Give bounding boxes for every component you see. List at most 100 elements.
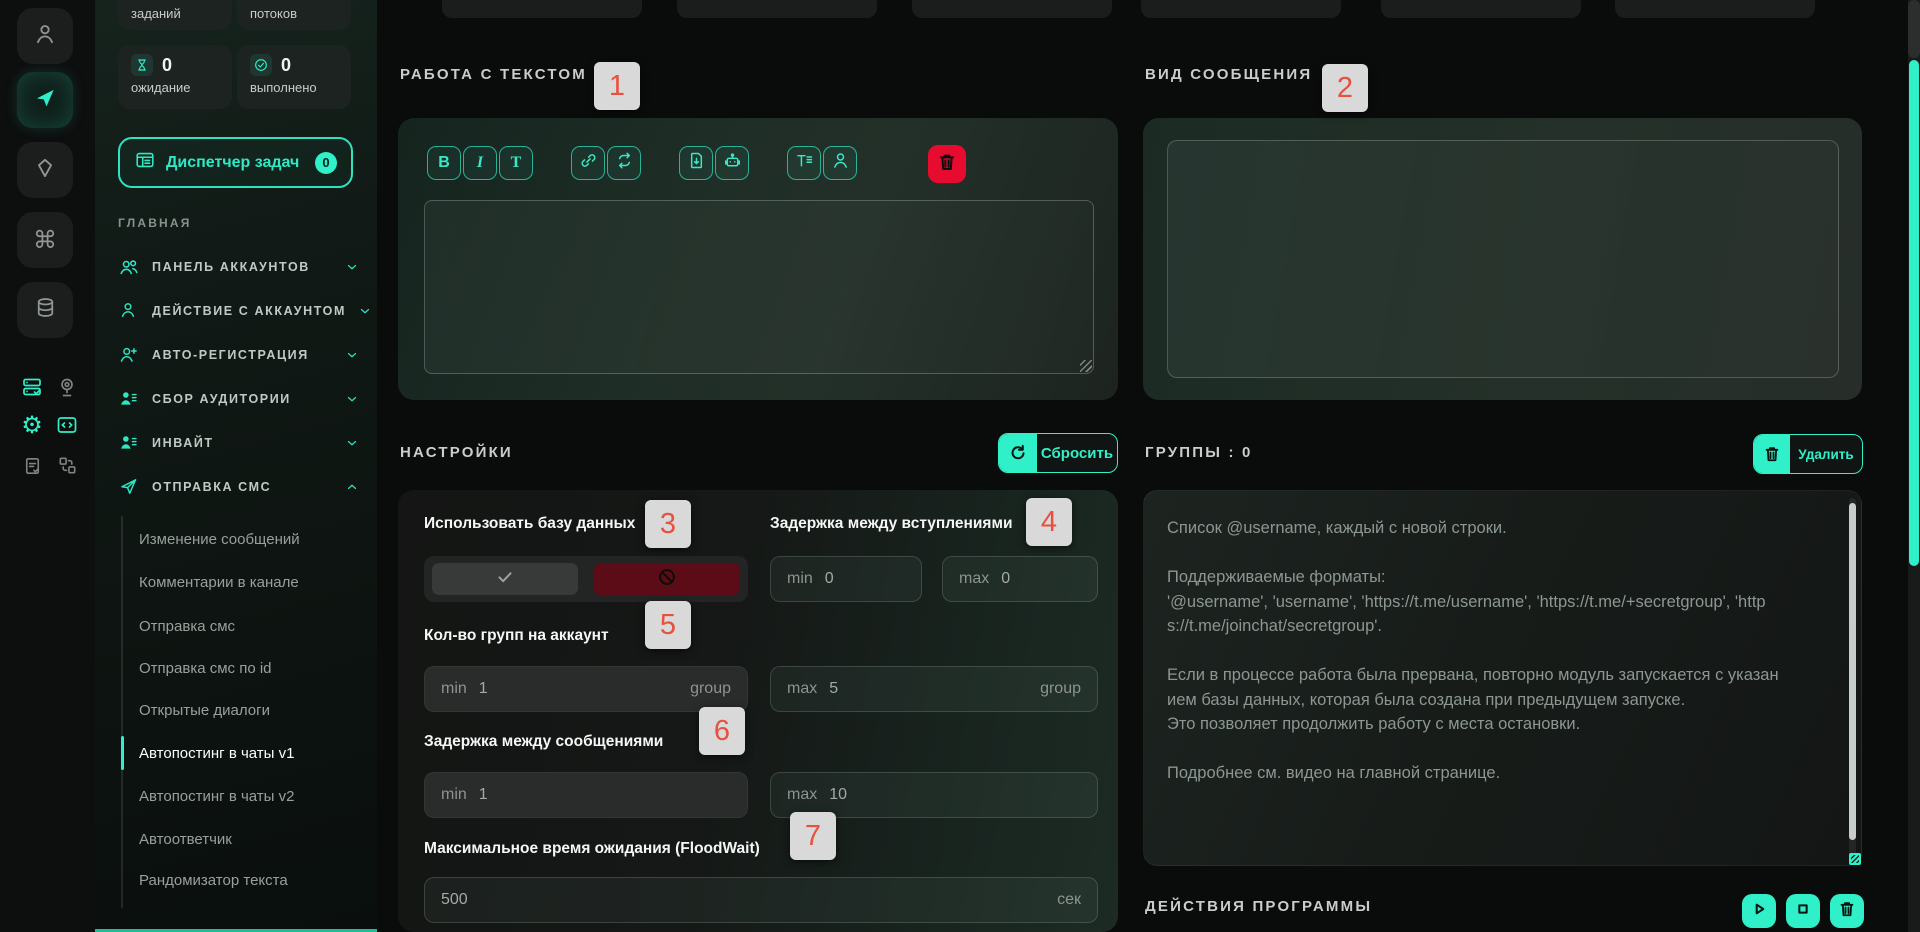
text-format-button[interactable] xyxy=(787,146,821,180)
delete-groups-button[interactable]: Удалить xyxy=(1753,434,1863,474)
bold-label: B xyxy=(438,154,450,172)
reset-button[interactable]: Сбросить xyxy=(998,433,1118,473)
bot-button[interactable] xyxy=(715,146,749,180)
link-button[interactable] xyxy=(571,146,605,180)
sidebar-item-invite[interactable]: ИНВАЙТ xyxy=(118,428,359,458)
field-label-message-delay: Задержка между сообщениями xyxy=(424,733,663,751)
top-module-card[interactable] xyxy=(1615,0,1815,18)
annotation-marker-2: 2 xyxy=(1322,64,1368,112)
italic-button[interactable]: I xyxy=(463,146,497,180)
submenu-item-send-sms[interactable]: Отправка смс xyxy=(139,611,364,641)
submenu-item-send-sms-by-id[interactable]: Отправка смс по id xyxy=(139,653,364,683)
join-delay-min-input[interactable]: min 0 xyxy=(770,556,922,602)
top-module-card[interactable] xyxy=(1381,0,1581,18)
start-button[interactable] xyxy=(1742,894,1776,928)
groups-resize-handle[interactable] xyxy=(1849,853,1861,865)
stat-label: ожидание xyxy=(131,80,219,95)
stat-label: выполнено xyxy=(250,80,338,95)
submenu-item-channel-comments[interactable]: Комментарии в канале xyxy=(139,567,364,597)
rail-command-button[interactable]: ⌘ xyxy=(17,212,73,268)
nav-label: СБОР АУДИТОРИИ xyxy=(152,392,291,406)
stop-button[interactable] xyxy=(1786,894,1820,928)
chevron-down-icon xyxy=(345,436,359,450)
mention-button[interactable] xyxy=(823,146,857,180)
input-value: 500 xyxy=(441,891,468,909)
server-check-icon[interactable] xyxy=(17,372,47,402)
submenu-item-change-messages[interactable]: Изменение сообщений xyxy=(139,524,364,554)
top-module-card[interactable] xyxy=(1141,0,1341,18)
rail-database-button[interactable] xyxy=(17,282,73,338)
sidebar-item-audience-collect[interactable]: СБОР АУДИТОРИИ xyxy=(118,384,359,414)
floodwait-input[interactable]: 500 сек xyxy=(424,877,1098,923)
message-text-input[interactable] xyxy=(424,200,1094,374)
field-label-groups-per-account: Кол-во групп на аккаунт xyxy=(424,627,609,645)
italic-label: I xyxy=(477,154,483,172)
toggle-yes-option[interactable] xyxy=(432,563,578,595)
swap-icon[interactable] xyxy=(52,450,82,480)
text-panel-title: РАБОТА С ТЕКСТОМ xyxy=(400,66,587,83)
input-prefix: min xyxy=(441,786,467,804)
rail-user-button[interactable] xyxy=(17,8,73,64)
input-prefix: max xyxy=(787,680,817,698)
annotation-marker-1: 1 xyxy=(594,62,640,110)
chevron-down-icon xyxy=(345,260,359,274)
sidebar-item-auto-registration[interactable]: АВТО-РЕГИСТРАЦИЯ xyxy=(118,340,359,370)
groups-per-account-max-input[interactable]: max 5 group xyxy=(770,666,1098,712)
check-icon xyxy=(494,566,516,593)
user-icon xyxy=(118,300,140,322)
delete-text-button[interactable] xyxy=(928,145,966,183)
actions-title: ДЕЙСТВИЯ ПРОГРАММЫ xyxy=(1145,898,1372,915)
file-insert-button[interactable] xyxy=(679,146,713,180)
sidebar-item-accounts-panel[interactable]: ПАНЕЛЬ АККАУНТОВ xyxy=(118,252,359,282)
reset-label: Сбросить xyxy=(1037,445,1117,462)
ban-icon xyxy=(656,566,678,593)
sidebar-item-account-action[interactable]: ДЕЙСТВИЕ С АККАУНТОМ xyxy=(118,296,359,326)
groups-per-account-min-input[interactable]: min 1 group xyxy=(424,666,748,712)
rail-diamond-button[interactable] xyxy=(17,142,73,198)
rail-send-button[interactable] xyxy=(17,72,73,128)
stat-value: 0 xyxy=(162,55,172,76)
user-icon xyxy=(830,150,851,176)
webcam-icon[interactable] xyxy=(52,372,82,402)
groups-scrollbar-thumb[interactable] xyxy=(1849,503,1856,840)
send-icon xyxy=(32,85,58,116)
sidebar-item-send-sms[interactable]: ОТПРАВКА СМС xyxy=(118,472,359,502)
message-delay-min-input[interactable]: min 1 xyxy=(424,772,748,818)
top-module-card[interactable] xyxy=(912,0,1112,18)
task-manager-button[interactable]: Диспетчер задач 0 xyxy=(118,137,353,188)
textarea-resize-handle[interactable] xyxy=(1080,360,1092,372)
groups-input[interactable] xyxy=(1143,490,1862,866)
stat-card-tasks: заданий xyxy=(118,0,232,30)
field-label-use-database: Использовать базу данных xyxy=(424,515,635,533)
clipboard-check-icon[interactable] xyxy=(17,450,47,480)
submenu-item-autoposting-v2[interactable]: Автопостинг в чаты v2 xyxy=(139,781,364,811)
user-plus-icon xyxy=(118,344,140,366)
delete-run-button[interactable] xyxy=(1830,894,1864,928)
text-format-icon xyxy=(794,150,815,176)
nav-label: ДЕЙСТВИЕ С АККАУНТОМ xyxy=(152,304,346,318)
check-circle-icon xyxy=(250,54,272,76)
top-module-card[interactable] xyxy=(442,0,642,18)
database-icon xyxy=(33,295,58,325)
submenu-item-text-randomizer[interactable]: Рандомизатор текста xyxy=(139,865,364,895)
submenu-active-indicator xyxy=(121,736,124,770)
bold-button[interactable]: B xyxy=(427,146,461,180)
repeat-button[interactable] xyxy=(607,146,641,180)
join-delay-max-input[interactable]: max 0 xyxy=(942,556,1098,602)
task-manager-label: Диспетчер задач xyxy=(166,154,299,172)
nav-label: ПАНЕЛЬ АККАУНТОВ xyxy=(152,260,310,274)
top-module-card[interactable] xyxy=(677,0,877,18)
submenu-item-autoposting-v1[interactable]: Автопостинг в чаты v1 xyxy=(139,738,364,768)
users-icon xyxy=(118,256,140,278)
annotation-marker-7: 7 xyxy=(790,812,836,860)
input-value: 10 xyxy=(829,786,847,804)
submenu-item-autoresponder[interactable]: Автоответчик xyxy=(139,824,364,854)
title-button[interactable]: T xyxy=(499,146,533,180)
submenu-item-open-dialogs[interactable]: Открытые диалоги xyxy=(139,695,364,725)
page-scrollbar-thumb[interactable] xyxy=(1909,60,1919,566)
gear-icon[interactable]: ⚙ xyxy=(17,410,47,440)
annotation-marker-4: 4 xyxy=(1026,498,1072,546)
toggle-no-option[interactable] xyxy=(594,563,740,595)
code-window-icon[interactable] xyxy=(52,410,82,440)
user-list-icon xyxy=(118,432,140,454)
